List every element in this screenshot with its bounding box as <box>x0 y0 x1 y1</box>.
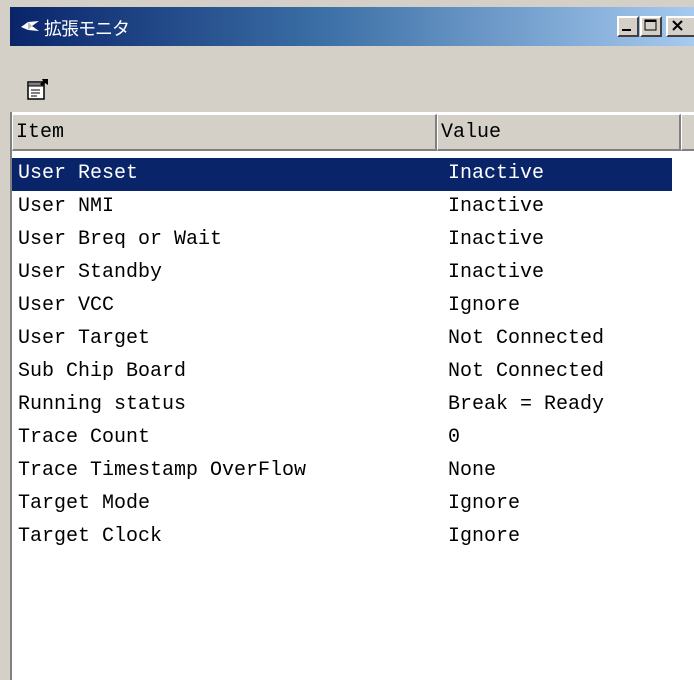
item-name: User VCC <box>18 294 115 317</box>
item-value: Break = Ready <box>448 393 605 416</box>
column-header-filler <box>681 114 694 151</box>
item-value: None <box>448 459 497 482</box>
item-value: Ignore <box>448 492 521 515</box>
close-icon <box>672 20 683 31</box>
item-name: User Standby <box>18 261 163 284</box>
item-name: Trace Count <box>18 426 151 449</box>
item-name: Running status <box>18 393 187 416</box>
maximize-icon <box>644 19 657 31</box>
item-value: Inactive <box>448 228 545 251</box>
item-name: Trace Timestamp OverFlow <box>18 459 307 482</box>
minimize-button[interactable] <box>617 16 639 37</box>
monitor-list[interactable]: Item Value User Reset Inactive User NMI … <box>10 112 694 680</box>
list-row[interactable]: User Reset Inactive <box>12 158 672 191</box>
column-header-item[interactable]: Item <box>12 114 437 151</box>
list-row[interactable]: User Target Not Connected <box>12 323 694 356</box>
list-rows: User Reset Inactive User NMI Inactive Us… <box>12 158 694 554</box>
list-row[interactable]: User Standby Inactive <box>12 257 694 290</box>
list-row[interactable]: Sub Chip Board Not Connected <box>12 356 694 389</box>
item-value: Inactive <box>448 195 545 218</box>
item-value: Not Connected <box>448 327 605 350</box>
list-row[interactable]: User Breq or Wait Inactive <box>12 224 694 257</box>
item-name: User Target <box>18 327 151 350</box>
item-value: Not Connected <box>448 360 605 383</box>
list-row[interactable]: Target Mode Ignore <box>12 488 694 521</box>
item-value: 0 <box>448 426 461 449</box>
item-value: Inactive <box>448 261 545 284</box>
extended-monitor-window: 拡張モニタ Item Value User Reset Inactive Use… <box>0 0 694 680</box>
item-name: Target Clock <box>18 525 163 548</box>
list-header: Item Value <box>12 114 694 151</box>
item-value: Ignore <box>448 294 521 317</box>
item-name: Sub Chip Board <box>18 360 187 383</box>
window-title: 拡張モニタ <box>44 19 130 40</box>
column-header-value[interactable]: Value <box>437 114 681 151</box>
close-button[interactable] <box>666 16 694 37</box>
app-icon <box>21 21 39 31</box>
item-value: Ignore <box>448 525 521 548</box>
item-name: User Breq or Wait <box>18 228 223 251</box>
toolbar <box>10 46 694 112</box>
list-row[interactable]: User NMI Inactive <box>12 191 694 224</box>
maximize-button[interactable] <box>640 16 662 37</box>
title-bar[interactable]: 拡張モニタ <box>10 7 694 46</box>
list-row[interactable]: User VCC Ignore <box>12 290 694 323</box>
item-value: Inactive <box>448 162 545 185</box>
list-row[interactable]: Target Clock Ignore <box>12 521 694 554</box>
list-row[interactable]: Running status Break = Ready <box>12 389 694 422</box>
minimize-icon <box>622 29 631 31</box>
list-row[interactable]: Trace Timestamp OverFlow None <box>12 455 694 488</box>
list-row[interactable]: Trace Count 0 <box>12 422 694 455</box>
properties-icon[interactable] <box>27 78 49 100</box>
item-name: User Reset <box>18 162 139 185</box>
item-name: Target Mode <box>18 492 151 515</box>
item-name: User NMI <box>18 195 115 218</box>
